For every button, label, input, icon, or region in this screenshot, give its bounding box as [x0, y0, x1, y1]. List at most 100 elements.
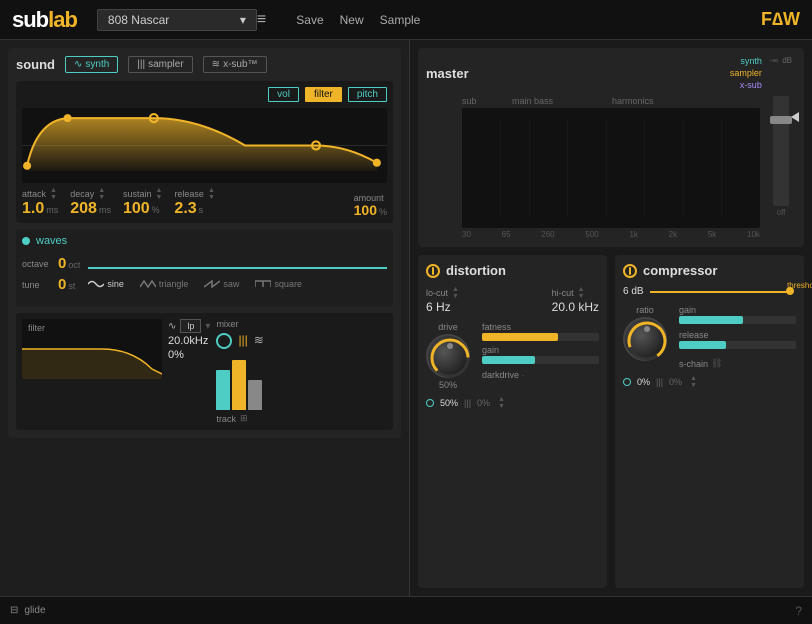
sampler-tab[interactable]: ||| sampler	[128, 56, 192, 73]
gain-fader-row: gain	[482, 345, 599, 364]
lo-cut-value[interactable]: 6 Hz	[426, 300, 459, 314]
darkdrive-dot: ·	[522, 370, 525, 380]
waves-header: waves	[22, 235, 387, 247]
comp-gain-fader[interactable]	[679, 316, 796, 324]
darkdrive-label[interactable]: darkdrive ·	[482, 370, 599, 380]
decay-value[interactable]: 208	[70, 201, 97, 217]
fader-track[interactable]	[773, 96, 789, 206]
gain-fader[interactable]	[482, 356, 599, 364]
compressor-bottom: ratio gain	[623, 305, 796, 369]
comp-pipe-value: 0%	[669, 377, 682, 387]
triangle-icon	[140, 279, 156, 289]
adsr-vol-tab[interactable]: vol	[268, 87, 299, 102]
save-button[interactable]: Save	[296, 13, 323, 27]
square-wave-btn[interactable]: square	[255, 279, 302, 289]
release-value[interactable]: 2.3	[174, 201, 196, 217]
compressor-power-btn[interactable]	[623, 264, 637, 278]
fader-thumb[interactable]	[770, 116, 792, 124]
top-bar: sublab 808 Nascar ▾ ≡ Save New Sample F∆…	[0, 0, 812, 40]
sine-wave-btn[interactable]: sine	[88, 279, 124, 289]
saw-wave-btn[interactable]: saw	[204, 279, 239, 289]
synth-tab[interactable]: ∿ synth	[65, 56, 118, 73]
octave-row: octave 0 oct	[22, 255, 80, 272]
comp-pipe-icon: |||	[656, 377, 663, 387]
sustain-value[interactable]: 100	[123, 201, 150, 217]
release-param: release ▲▼ 2.3 s	[174, 187, 214, 217]
filter-type-btn[interactable]: lp	[180, 319, 201, 333]
master-section: master synth sampler x-sub -∞ dB	[418, 48, 804, 247]
distortion-params-row: lo-cut ▲▼ 6 Hz hi-cut ▲▼ 20.0 kHz	[426, 286, 599, 314]
hamburger-menu[interactable]: ≡	[257, 11, 266, 29]
fatness-label: fatness	[482, 322, 599, 332]
adsr-pitch-tab[interactable]: pitch	[348, 87, 387, 102]
filter-graph: filter	[22, 319, 162, 379]
hi-cut-value[interactable]: 20.0 kHz	[552, 300, 599, 314]
attack-param: attack ▲▼ 1.0 ms	[22, 187, 58, 217]
comp-release-fader[interactable]	[679, 341, 796, 349]
filter-freq-display: 20.0kHz	[168, 335, 210, 347]
attack-unit: ms	[46, 205, 58, 215]
sound-title: sound	[16, 57, 55, 72]
dist-footer-power[interactable]	[426, 399, 434, 407]
gain-fill	[482, 356, 535, 364]
dist-pipe-value: 0%	[477, 398, 490, 408]
octave-tune-controls: octave 0 oct tune 0 st	[22, 255, 80, 293]
comp-footer-power[interactable]	[623, 378, 631, 386]
filter-res-display: 0%	[168, 349, 210, 361]
master-labels: synth sampler x-sub	[730, 56, 762, 90]
compressor-faders: gain release s-chain	[679, 305, 796, 369]
adsr-tabs: vol filter pitch	[22, 87, 387, 102]
preset-selector[interactable]: 808 Nascar ▾	[97, 9, 257, 31]
mixer-bar-3	[248, 380, 262, 410]
compressor-panel: compressor 6 dB threshold ratio	[615, 255, 804, 588]
master-title: master	[426, 66, 469, 81]
help-button[interactable]: ?	[795, 604, 802, 618]
octave-unit: oct	[68, 260, 80, 270]
ratio-knob[interactable]	[623, 317, 667, 361]
comp-gain-fader-row: gain	[679, 305, 796, 324]
sample-button[interactable]: Sample	[380, 13, 421, 27]
decay-unit: ms	[99, 205, 111, 215]
drive-knob[interactable]	[426, 334, 470, 378]
distortion-power-btn[interactable]	[426, 264, 440, 278]
amount-value[interactable]: 100	[354, 203, 377, 217]
spectrum-freq-labels: 30 65 260 500 1k 2k 5k 10k	[462, 228, 760, 239]
sampler-icon: |||	[137, 59, 145, 70]
sustain-param: sustain ▲▼ 100 %	[123, 187, 162, 217]
filter-freq-value[interactable]: 20.0kHz	[168, 335, 208, 347]
xsub-tab[interactable]: ≋ x-sub™	[203, 56, 267, 73]
s-chain-icon[interactable]: ⛓	[711, 358, 722, 369]
spectrum-canvas	[462, 108, 760, 228]
attack-value[interactable]: 1.0	[22, 201, 44, 217]
spectrum-container: sub main bass harmonics	[462, 96, 760, 239]
filter-res-value[interactable]: 0%	[168, 349, 184, 361]
fatness-fader[interactable]	[482, 333, 599, 341]
spectrum-sections-row: sub main bass harmonics	[462, 96, 760, 106]
tune-unit: st	[68, 281, 75, 291]
triangle-wave-btn[interactable]: triangle	[140, 279, 189, 289]
tune-value[interactable]: 0	[58, 276, 66, 293]
mixer-eq-icon[interactable]: |||	[238, 333, 247, 349]
gain-label: gain	[482, 345, 599, 355]
dist-pipe-icon: |||	[464, 398, 471, 408]
preset-name: 808 Nascar	[108, 13, 169, 27]
sound-panel: sound ∿ synth ||| sampler ≋ x-sub™ vol	[8, 48, 401, 438]
mixer-icons: ||| ≋	[216, 333, 263, 349]
mixer-grid-icon: ⊞	[240, 413, 248, 424]
compressor-footer: 0% ||| 0% ▲▼	[623, 375, 796, 389]
comp-release-fill	[679, 341, 726, 349]
fatness-fader-row: fatness	[482, 322, 599, 341]
compressor-header: compressor	[623, 263, 796, 278]
new-button[interactable]: New	[340, 13, 364, 27]
spectrum-svg	[462, 108, 760, 228]
mixer-wave-icon[interactable]: ≋	[254, 333, 264, 349]
mixer-knob-icon[interactable]	[216, 333, 232, 349]
comp-gain-label: gain	[679, 305, 796, 315]
mixer-bar-2	[232, 360, 246, 410]
saw-icon	[204, 279, 220, 289]
octave-value[interactable]: 0	[58, 255, 66, 272]
adsr-section: vol filter pitch	[16, 81, 393, 223]
adsr-filter-tab[interactable]: filter	[305, 87, 342, 102]
envelope-svg	[22, 108, 387, 183]
wave-shapes: sine triangle saw	[88, 279, 387, 289]
